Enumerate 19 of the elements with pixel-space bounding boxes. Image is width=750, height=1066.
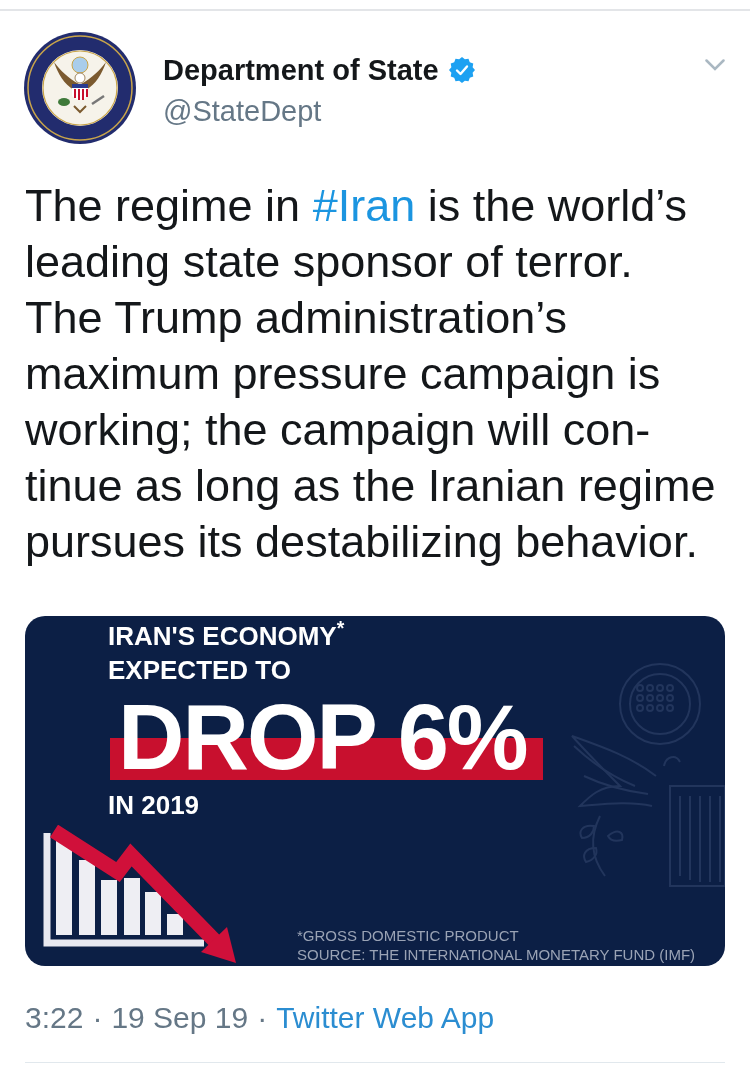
avatar-seal-icon[interactable] xyxy=(24,32,136,144)
separator-dot: · xyxy=(92,1000,103,1036)
hashtag-link[interactable]: #Iran xyxy=(312,180,416,231)
chart-bar xyxy=(167,914,183,935)
account-handle: @StateDept xyxy=(163,94,322,128)
chart-bar xyxy=(101,880,117,935)
footnote-text: *GROSS DOMESTIC PRODUCT xyxy=(297,926,520,945)
footnote-text: SOURCE: THE INTERNATIONAL MONETARY FUND (IMF) xyxy=(297,945,696,964)
chart-bar xyxy=(124,878,140,935)
tweet-time: 3:22 xyxy=(25,1000,84,1036)
separator-dot: · xyxy=(257,1000,268,1036)
infographic-headline: IRAN'S ECONOMY$^{*}$ xyxy=(108,619,345,653)
infographic-headline: EXPECTED TO xyxy=(108,654,291,687)
tweet-text: The regime in #Iran is the world’s leading state sponsor of terror. The Trump administration’s maximum pressure campaign is working; the campaign will con- tinue as long as the Iranian regime pursues its destabilizing behavior. xyxy=(25,179,717,569)
account-name[interactable]: Department of State xyxy=(163,53,439,87)
infographic-year: IN 2019 xyxy=(108,790,200,820)
chart-bar xyxy=(145,892,161,935)
source-app-link[interactable]: Twitter Web App xyxy=(276,1000,495,1036)
tweet-date: 19 Sep 19 xyxy=(111,1000,249,1036)
